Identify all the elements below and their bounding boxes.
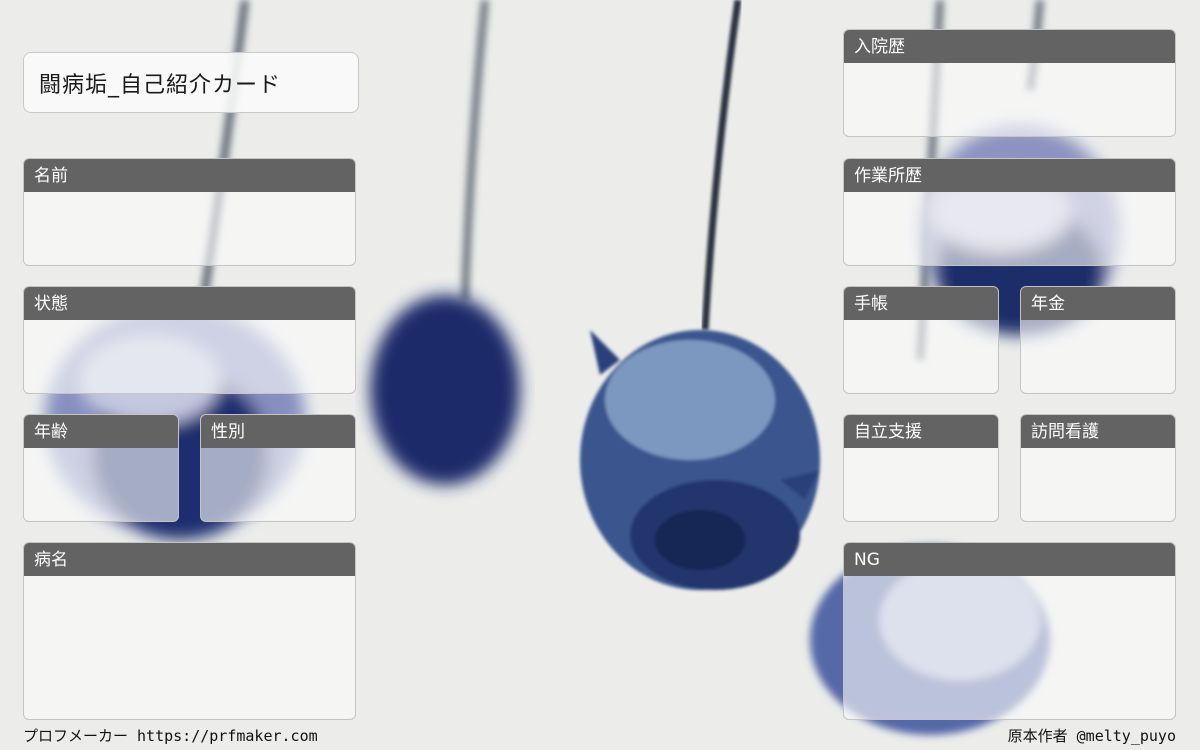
- age-label: 年齢: [24, 415, 178, 448]
- support-label: 自立支援: [844, 415, 998, 448]
- visit-nursing-field[interactable]: 訪問看護: [1020, 414, 1176, 522]
- name-field[interactable]: 名前: [23, 158, 356, 266]
- visit-nursing-label: 訪問看護: [1021, 415, 1175, 448]
- age-field[interactable]: 年齢: [23, 414, 179, 522]
- pension-label: 年金: [1021, 287, 1175, 320]
- gender-field[interactable]: 性別: [200, 414, 356, 522]
- gender-label: 性別: [201, 415, 355, 448]
- notebook-label: 手帳: [844, 287, 998, 320]
- hospitalization-field[interactable]: 入院歴: [843, 29, 1176, 137]
- name-label: 名前: [24, 159, 355, 192]
- support-field[interactable]: 自立支援: [843, 414, 999, 522]
- condition-label: 状態: [24, 287, 355, 320]
- footer-credit-right: 原本作者 @melty_puyo: [1007, 727, 1176, 745]
- card-title: 闘病垢_自己紹介カード: [23, 52, 359, 113]
- disease-field[interactable]: 病名: [23, 542, 356, 720]
- workplace-label: 作業所歴: [844, 159, 1175, 192]
- workplace-field[interactable]: 作業所歴: [843, 158, 1176, 266]
- pension-field[interactable]: 年金: [1020, 286, 1176, 394]
- disease-label: 病名: [24, 543, 355, 576]
- ng-label: NG: [844, 543, 1175, 576]
- hospitalization-label: 入院歴: [844, 30, 1175, 63]
- notebook-field[interactable]: 手帳: [843, 286, 999, 394]
- footer-credit-left: プロフメーカー https://prfmaker.com: [23, 727, 318, 745]
- condition-field[interactable]: 状態: [23, 286, 356, 394]
- ng-field[interactable]: NG: [843, 542, 1176, 720]
